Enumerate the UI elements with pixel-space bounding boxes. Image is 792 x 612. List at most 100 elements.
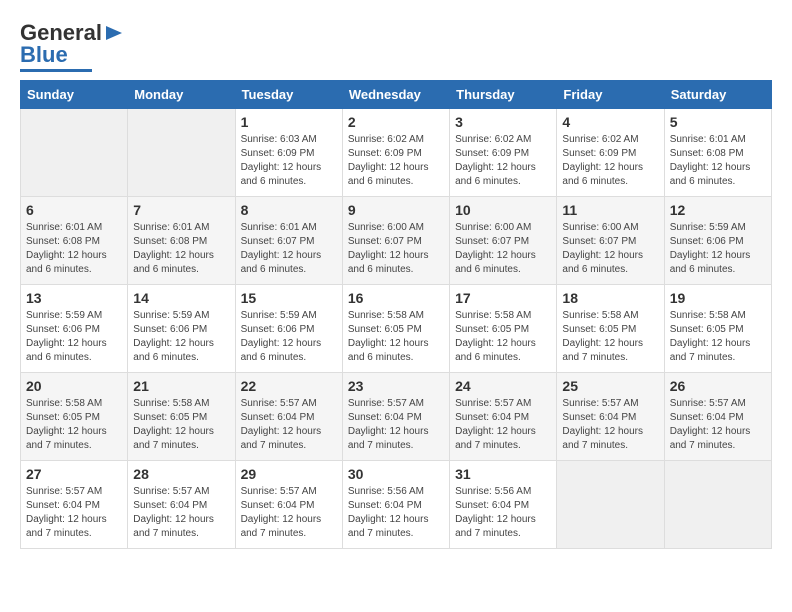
day-content: Sunrise: 5:58 AM Sunset: 6:05 PM Dayligh… [133, 397, 229, 453]
calendar-cell: 18 Sunrise: 5:58 AM Sunset: 6:05 PM Dayli… [557, 285, 664, 373]
day-number: 6 [26, 202, 122, 218]
calendar-cell [664, 461, 771, 549]
calendar-cell: 19 Sunrise: 5:58 AM Sunset: 6:05 PM Dayli… [664, 285, 771, 373]
day-number: 9 [348, 202, 444, 218]
week-row-3: 13Sunrise: 5:59 AM Sunset: 6:06 PM Dayli… [21, 285, 772, 373]
day-content: Sunrise: 6:01 AM Sunset: 6:08 PM Dayligh… [26, 221, 122, 277]
day-content: Sunrise: 5:57 AM Sunset: 6:04 PM Dayligh… [241, 485, 337, 541]
day-number: 31 [455, 466, 551, 482]
weekday-header-sunday: Sunday [21, 81, 128, 109]
day-number: 19 [670, 290, 766, 306]
calendar-cell: 2Sunrise: 6:02 AM Sunset: 6:09 PM Daylig… [342, 109, 449, 197]
day-number: 26 [670, 378, 766, 394]
day-number: 8 [241, 202, 337, 218]
calendar-cell: 10 Sunrise: 6:00 AM Sunset: 6:07 PM Dayli… [450, 197, 557, 285]
weekday-header-tuesday: Tuesday [235, 81, 342, 109]
day-number: 12 [670, 202, 766, 218]
day-content: Sunrise: 6:02 AM Sunset: 6:09 PM Dayligh… [562, 133, 658, 189]
day-number: 23 [348, 378, 444, 394]
day-content: Sunrise: 6:00 AM Sunset: 6:07 PM Dayligh… [455, 221, 551, 277]
day-content: Sunrise: 5:56 AM Sunset: 6:04 PM Dayligh… [455, 485, 551, 541]
calendar-cell: 4Sunrise: 6:02 AM Sunset: 6:09 PM Daylig… [557, 109, 664, 197]
day-content: Sunrise: 5:57 AM Sunset: 6:04 PM Dayligh… [562, 397, 658, 453]
calendar-cell: 14Sunrise: 5:59 AM Sunset: 6:06 PM Dayli… [128, 285, 235, 373]
day-number: 29 [241, 466, 337, 482]
day-number: 14 [133, 290, 229, 306]
weekday-header-saturday: Saturday [664, 81, 771, 109]
calendar-cell: 27 Sunrise: 5:57 AM Sunset: 6:04 PM Dayli… [21, 461, 128, 549]
day-content: Sunrise: 5:56 AM Sunset: 6:04 PM Dayligh… [348, 485, 444, 541]
day-number: 5 [670, 114, 766, 130]
calendar-cell: 17 Sunrise: 5:58 AM Sunset: 6:05 PM Dayli… [450, 285, 557, 373]
logo-arrow-icon [104, 23, 124, 43]
week-row-2: 6 Sunrise: 6:01 AM Sunset: 6:08 PM Daylig… [21, 197, 772, 285]
day-content: Sunrise: 5:58 AM Sunset: 6:05 PM Dayligh… [348, 309, 444, 365]
day-number: 17 [455, 290, 551, 306]
calendar-cell: 25 Sunrise: 5:57 AM Sunset: 6:04 PM Dayli… [557, 373, 664, 461]
calendar-cell: 8 Sunrise: 6:01 AM Sunset: 6:07 PM Daylig… [235, 197, 342, 285]
calendar-cell: 20 Sunrise: 5:58 AM Sunset: 6:05 PM Dayli… [21, 373, 128, 461]
day-content: Sunrise: 5:58 AM Sunset: 6:05 PM Dayligh… [670, 309, 766, 365]
logo-underline [20, 69, 92, 72]
calendar-cell: 3Sunrise: 6:02 AM Sunset: 6:09 PM Daylig… [450, 109, 557, 197]
calendar-table: SundayMondayTuesdayWednesdayThursdayFrid… [20, 80, 772, 549]
day-number: 16 [348, 290, 444, 306]
day-content: Sunrise: 5:57 AM Sunset: 6:04 PM Dayligh… [348, 397, 444, 453]
day-number: 27 [26, 466, 122, 482]
week-row-1: 1Sunrise: 6:03 AM Sunset: 6:09 PM Daylig… [21, 109, 772, 197]
day-content: Sunrise: 5:57 AM Sunset: 6:04 PM Dayligh… [670, 397, 766, 453]
calendar-cell: 9Sunrise: 6:00 AM Sunset: 6:07 PM Daylig… [342, 197, 449, 285]
day-content: Sunrise: 5:57 AM Sunset: 6:04 PM Dayligh… [455, 397, 551, 453]
day-content: Sunrise: 5:57 AM Sunset: 6:04 PM Dayligh… [133, 485, 229, 541]
day-content: Sunrise: 5:57 AM Sunset: 6:04 PM Dayligh… [26, 485, 122, 541]
weekday-header-monday: Monday [128, 81, 235, 109]
day-number: 22 [241, 378, 337, 394]
calendar-cell: 29 Sunrise: 5:57 AM Sunset: 6:04 PM Dayli… [235, 461, 342, 549]
logo: General Blue [20, 20, 124, 72]
day-number: 21 [133, 378, 229, 394]
day-number: 20 [26, 378, 122, 394]
weekday-header-wednesday: Wednesday [342, 81, 449, 109]
day-number: 10 [455, 202, 551, 218]
day-content: Sunrise: 5:58 AM Sunset: 6:05 PM Dayligh… [562, 309, 658, 365]
day-content: Sunrise: 5:59 AM Sunset: 6:06 PM Dayligh… [670, 221, 766, 277]
day-content: Sunrise: 6:01 AM Sunset: 6:08 PM Dayligh… [133, 221, 229, 277]
day-number: 28 [133, 466, 229, 482]
calendar-cell: 5 Sunrise: 6:01 AM Sunset: 6:08 PM Daylig… [664, 109, 771, 197]
calendar-cell: 12 Sunrise: 5:59 AM Sunset: 6:06 PM Dayli… [664, 197, 771, 285]
day-content: Sunrise: 5:58 AM Sunset: 6:05 PM Dayligh… [26, 397, 122, 453]
day-number: 18 [562, 290, 658, 306]
calendar-cell: 26 Sunrise: 5:57 AM Sunset: 6:04 PM Dayli… [664, 373, 771, 461]
week-row-4: 20 Sunrise: 5:58 AM Sunset: 6:05 PM Dayli… [21, 373, 772, 461]
calendar-cell: 16 Sunrise: 5:58 AM Sunset: 6:05 PM Dayli… [342, 285, 449, 373]
day-number: 24 [455, 378, 551, 394]
day-content: Sunrise: 6:01 AM Sunset: 6:07 PM Dayligh… [241, 221, 337, 277]
day-number: 1 [241, 114, 337, 130]
day-content: Sunrise: 6:02 AM Sunset: 6:09 PM Dayligh… [348, 133, 444, 189]
calendar-cell: 31 Sunrise: 5:56 AM Sunset: 6:04 PM Dayli… [450, 461, 557, 549]
week-row-5: 27 Sunrise: 5:57 AM Sunset: 6:04 PM Dayli… [21, 461, 772, 549]
calendar-cell: 21 Sunrise: 5:58 AM Sunset: 6:05 PM Dayli… [128, 373, 235, 461]
day-content: Sunrise: 6:01 AM Sunset: 6:08 PM Dayligh… [670, 133, 766, 189]
weekday-header-row: SundayMondayTuesdayWednesdayThursdayFrid… [21, 81, 772, 109]
day-content: Sunrise: 5:57 AM Sunset: 6:04 PM Dayligh… [241, 397, 337, 453]
logo-blue: Blue [20, 42, 68, 68]
calendar-cell: 11Sunrise: 6:00 AM Sunset: 6:07 PM Dayli… [557, 197, 664, 285]
calendar-cell: 30 Sunrise: 5:56 AM Sunset: 6:04 PM Dayli… [342, 461, 449, 549]
page-header: General Blue [20, 20, 772, 72]
day-number: 11 [562, 202, 658, 218]
calendar-cell: 7 Sunrise: 6:01 AM Sunset: 6:08 PM Daylig… [128, 197, 235, 285]
calendar-cell [557, 461, 664, 549]
day-content: Sunrise: 5:58 AM Sunset: 6:05 PM Dayligh… [455, 309, 551, 365]
calendar-cell [128, 109, 235, 197]
weekday-header-thursday: Thursday [450, 81, 557, 109]
day-number: 7 [133, 202, 229, 218]
day-number: 25 [562, 378, 658, 394]
calendar-cell: 23 Sunrise: 5:57 AM Sunset: 6:04 PM Dayli… [342, 373, 449, 461]
calendar-cell: 28 Sunrise: 5:57 AM Sunset: 6:04 PM Dayli… [128, 461, 235, 549]
day-content: Sunrise: 6:02 AM Sunset: 6:09 PM Dayligh… [455, 133, 551, 189]
day-number: 30 [348, 466, 444, 482]
weekday-header-friday: Friday [557, 81, 664, 109]
calendar-cell [21, 109, 128, 197]
day-content: Sunrise: 5:59 AM Sunset: 6:06 PM Dayligh… [26, 309, 122, 365]
